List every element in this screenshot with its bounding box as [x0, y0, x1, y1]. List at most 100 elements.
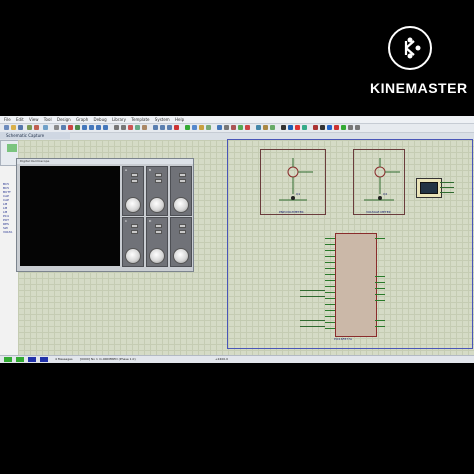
transistor-circuit-2[interactable]: VOLTAGE METER Q2 — [353, 149, 405, 215]
menu-template[interactable]: Template — [131, 117, 149, 122]
channel-label: C — [125, 219, 128, 223]
wire — [300, 296, 325, 297]
copy-icon[interactable] — [135, 125, 140, 130]
netlist-icon[interactable] — [256, 125, 261, 130]
print-icon[interactable] — [43, 125, 48, 130]
menu-file[interactable]: File — [4, 117, 11, 122]
search-icon[interactable] — [224, 125, 229, 130]
home-icon[interactable] — [320, 125, 325, 130]
pan-icon[interactable] — [75, 125, 80, 130]
remove-sheet-icon[interactable] — [245, 125, 250, 130]
open-icon[interactable] — [11, 125, 16, 130]
grid-icon[interactable] — [61, 125, 66, 130]
status-messages[interactable]: 4 Messages — [55, 356, 73, 363]
channel-switch[interactable] — [155, 179, 162, 183]
stop-icon[interactable] — [334, 125, 339, 130]
menu-edit[interactable]: Edit — [16, 117, 24, 122]
block-move-icon[interactable] — [160, 125, 165, 130]
mcu-pin — [325, 274, 335, 275]
oscilloscope-window[interactable]: Digital Oscilloscope A B C D — [16, 158, 194, 272]
help-icon[interactable] — [327, 125, 332, 130]
channel-switch[interactable] — [131, 179, 138, 183]
3d-viewer-icon[interactable] — [288, 125, 293, 130]
time-per-div-knob[interactable] — [173, 248, 189, 264]
play-icon[interactable] — [4, 357, 12, 362]
make-device-icon[interactable] — [192, 125, 197, 130]
channel-c-panel: C — [122, 217, 144, 267]
save-icon[interactable] — [18, 125, 23, 130]
mcu-pin — [325, 238, 335, 239]
channel-switch[interactable] — [155, 224, 162, 228]
new-icon[interactable] — [4, 125, 9, 130]
block-delete-icon[interactable] — [174, 125, 179, 130]
block-rotate-icon[interactable] — [167, 125, 172, 130]
menu-design[interactable]: Design — [57, 117, 71, 122]
export-icon[interactable] — [34, 125, 39, 130]
volts-per-div-knob[interactable] — [125, 248, 141, 264]
circuit-caption: VOLTAGE METER — [366, 210, 391, 214]
channel-switch[interactable] — [131, 173, 138, 177]
oscilloscope-title-bar[interactable]: Digital Oscilloscope — [17, 159, 193, 164]
menu-help[interactable]: Help — [175, 117, 184, 122]
trigger-switch[interactable] — [179, 173, 186, 177]
property-tool-icon[interactable] — [231, 125, 236, 130]
device-item[interactable]: VOLTA — [3, 230, 17, 234]
horizontal-switch[interactable] — [179, 224, 186, 228]
volts-per-div-knob[interactable] — [125, 197, 141, 213]
tab-schematic-capture[interactable]: Schematic Capture — [0, 132, 70, 139]
zoom-all-icon[interactable] — [96, 125, 101, 130]
source-code-icon[interactable] — [302, 125, 307, 130]
menu-graph[interactable]: Graph — [76, 117, 88, 122]
import-icon[interactable] — [27, 125, 32, 130]
channel-switch[interactable] — [131, 230, 138, 234]
zoom-in-icon[interactable] — [82, 125, 87, 130]
zoom-out-icon[interactable] — [89, 125, 94, 130]
package-tool-icon[interactable] — [199, 125, 204, 130]
microcontroller[interactable]: PIC16F877A — [334, 233, 377, 341]
pause-icon[interactable] — [28, 357, 36, 362]
wire-autorouter-icon[interactable] — [217, 125, 222, 130]
cut-icon[interactable] — [128, 125, 133, 130]
gerber-icon[interactable] — [295, 125, 300, 130]
decompose-icon[interactable] — [206, 125, 211, 130]
refresh-icon[interactable] — [54, 125, 59, 130]
app-window: File Edit View Tool Design Graph Debug L… — [0, 116, 474, 363]
channel-switch[interactable] — [155, 230, 162, 234]
volts-per-div-knob[interactable] — [149, 248, 165, 264]
redo-icon[interactable] — [121, 125, 126, 130]
transistor-circuit-1[interactable]: PNP/VOLTMETER Q1 — [260, 149, 326, 215]
zoom-area-icon[interactable] — [103, 125, 108, 130]
new-sheet-icon[interactable] — [238, 125, 243, 130]
electrical-check-icon[interactable] — [270, 125, 275, 130]
bill-of-materials-icon[interactable] — [263, 125, 268, 130]
stop-icon[interactable] — [40, 357, 48, 362]
pcb-layout-icon[interactable] — [281, 125, 286, 130]
volts-per-div-knob[interactable] — [149, 197, 165, 213]
origin-icon[interactable] — [68, 125, 73, 130]
script-icon[interactable] — [355, 125, 360, 130]
mcu-label: PIC16F877A — [334, 337, 353, 341]
paste-icon[interactable] — [142, 125, 147, 130]
trigger-switch[interactable] — [179, 179, 186, 183]
trigger-level-knob[interactable] — [173, 197, 189, 213]
horizontal-switch[interactable] — [179, 230, 186, 234]
channel-switch[interactable] — [131, 224, 138, 228]
pick-device-icon[interactable] — [185, 125, 190, 130]
block-copy-icon[interactable] — [153, 125, 158, 130]
oscilloscope-instrument-icon[interactable] — [416, 178, 442, 198]
menu-system[interactable]: System — [155, 117, 170, 122]
tab-label: Schematic Capture — [6, 133, 45, 138]
step-icon[interactable] — [16, 357, 24, 362]
settings-icon[interactable] — [348, 125, 353, 130]
instrument-screen — [420, 182, 438, 194]
run-icon[interactable] — [341, 125, 346, 130]
kinemaster-logo-icon — [388, 26, 432, 70]
menu-tool[interactable]: Tool — [44, 117, 52, 122]
component-label: Q2 — [383, 192, 388, 196]
menu-debug[interactable]: Debug — [94, 117, 107, 122]
undo-icon[interactable] — [114, 125, 119, 130]
design-explorer-icon[interactable] — [313, 125, 318, 130]
menu-view[interactable]: View — [29, 117, 39, 122]
channel-switch[interactable] — [155, 173, 162, 177]
menu-library[interactable]: Library — [112, 117, 126, 122]
